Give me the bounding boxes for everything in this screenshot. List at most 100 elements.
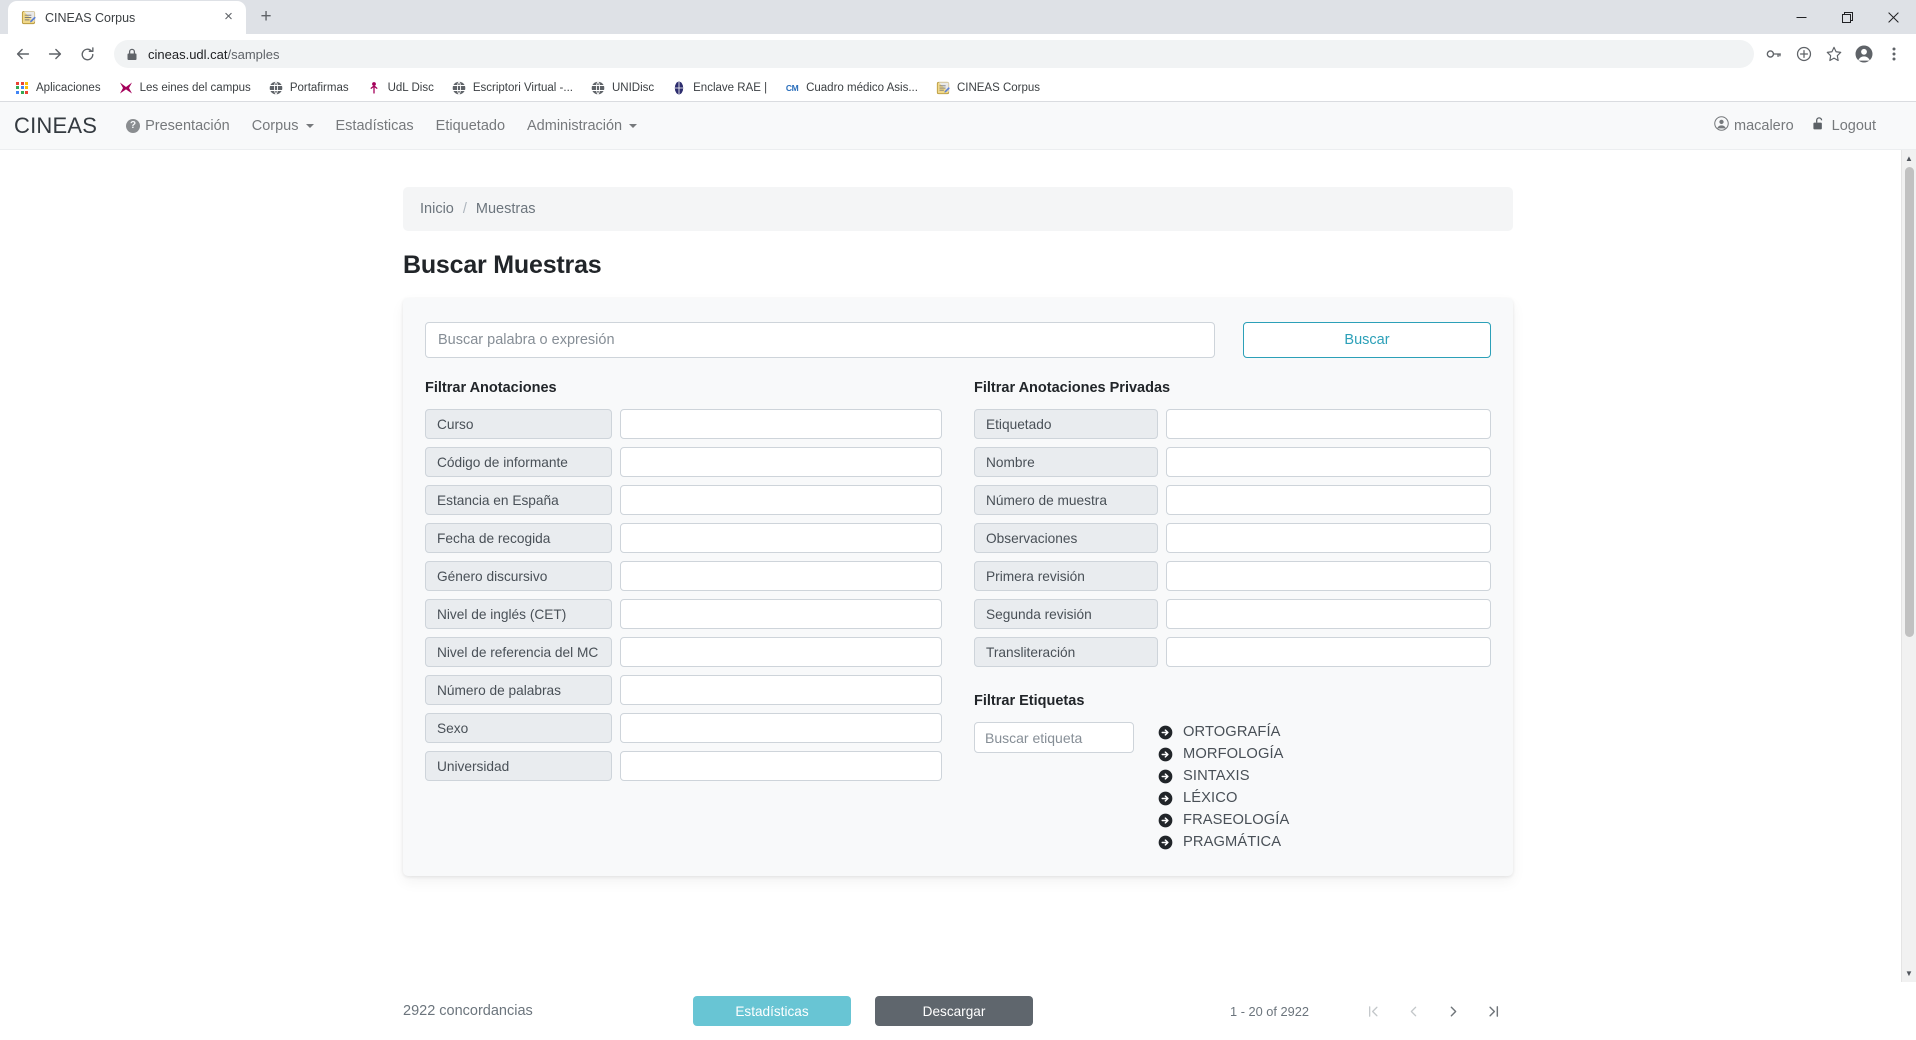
close-icon[interactable]: × bbox=[220, 9, 237, 26]
nav-item-label: Administración bbox=[527, 117, 623, 134]
filter-input-nivel-de-ingles-cet[interactable] bbox=[620, 599, 942, 629]
bookmark-label: Escriptori Virtual -... bbox=[472, 81, 573, 94]
bookmark-escriptori-virtual[interactable]: Escriptori Virtual -... bbox=[443, 77, 581, 99]
page-range: 1 - 20 of 2922 bbox=[1230, 1003, 1309, 1019]
filter-input-primera-revision[interactable] bbox=[1166, 561, 1491, 591]
filter-label-sexo: Sexo bbox=[425, 713, 612, 743]
user-menu[interactable]: macalero bbox=[1714, 110, 1794, 141]
filter-input-sexo[interactable] bbox=[620, 713, 942, 743]
star-icon[interactable] bbox=[1820, 40, 1848, 68]
minimize-icon[interactable] bbox=[1778, 0, 1824, 34]
tag-item-pragmatica[interactable]: PRAGMÁTICA bbox=[1158, 834, 1289, 850]
filter-input-nombre[interactable] bbox=[1166, 447, 1491, 477]
navbar-right: macalero Logout bbox=[1714, 110, 1902, 141]
arrow-right-circle-icon bbox=[1158, 835, 1173, 850]
brand-logo[interactable]: CINEAS bbox=[14, 113, 97, 139]
tag-item-sintaxis[interactable]: SINTAXIS bbox=[1158, 768, 1289, 784]
filter-row: Primera revisión bbox=[974, 561, 1491, 591]
logout-button[interactable]: Logout bbox=[1812, 110, 1876, 141]
bookmark-les-eines-del-campus[interactable]: Les eines del campus bbox=[110, 77, 259, 99]
filter-row: Transliteración bbox=[974, 637, 1491, 667]
filter-label-nivel-de-ingles-cet: Nivel de inglés (CET) bbox=[425, 599, 612, 629]
breadcrumb-home[interactable]: Inicio bbox=[420, 201, 454, 217]
filter-input-numero-de-muestra[interactable] bbox=[1166, 485, 1491, 515]
plus-circle-icon[interactable] bbox=[1790, 40, 1818, 68]
filter-input-universidad[interactable] bbox=[620, 751, 942, 781]
filter-input-numero-de-palabras[interactable] bbox=[620, 675, 942, 705]
nav-item-etiquetado[interactable]: Etiquetado bbox=[425, 112, 516, 140]
scrollbar-thumb[interactable] bbox=[1905, 167, 1914, 637]
last-page-icon[interactable] bbox=[1473, 991, 1513, 1031]
tags-row: ORTOGRAFÍA MORFOLOGÍA bbox=[974, 722, 1491, 850]
filter-row: Código de informante bbox=[425, 447, 942, 477]
filter-input-estancia-en-espana[interactable] bbox=[620, 485, 942, 515]
previous-page-icon[interactable] bbox=[1393, 991, 1433, 1031]
scroll-up-icon[interactable]: ▲ bbox=[1902, 150, 1916, 167]
tags-section: Filtrar Etiquetas ORTOGRAFÍA bbox=[974, 693, 1491, 850]
new-tab-button[interactable]: + bbox=[252, 3, 280, 31]
tag-item-fraseologia[interactable]: FRASEOLOGÍA bbox=[1158, 812, 1289, 828]
tab-strip: CINEAS Corpus × + bbox=[0, 0, 1916, 34]
nav-item-estadisticas[interactable]: Estadísticas bbox=[325, 112, 425, 140]
nav-item-label: Estadísticas bbox=[335, 117, 414, 134]
window-controls bbox=[1778, 0, 1916, 34]
globe-icon bbox=[451, 80, 467, 96]
filter-input-segunda-revision[interactable] bbox=[1166, 599, 1491, 629]
bookmark-unidisc[interactable]: UNIDisc bbox=[582, 77, 662, 99]
filter-input-codigo-de-informante[interactable] bbox=[620, 447, 942, 477]
tag-item-morfologia[interactable]: MORFOLOGÍA bbox=[1158, 746, 1289, 762]
key-icon[interactable] bbox=[1760, 40, 1788, 68]
filter-label-nombre: Nombre bbox=[974, 447, 1158, 477]
filter-input-etiquetado[interactable] bbox=[1166, 409, 1491, 439]
bookmark-udl-disc[interactable]: UdL Disc bbox=[358, 77, 442, 99]
nav-item-label: Etiquetado bbox=[435, 117, 506, 134]
bookmark-enclave-rae[interactable]: Enclave RAE | bbox=[663, 77, 775, 99]
filter-row: Género discursivo bbox=[425, 561, 942, 591]
page-scrollbar[interactable]: ▲ ▼ bbox=[1901, 150, 1916, 982]
filter-row: Estancia en España bbox=[425, 485, 942, 515]
nav-item-administracion[interactable]: Administración bbox=[516, 112, 648, 140]
browser-tab[interactable]: CINEAS Corpus × bbox=[8, 1, 246, 34]
search-input[interactable] bbox=[425, 322, 1215, 358]
filter-input-fecha-de-recogida[interactable] bbox=[620, 523, 942, 553]
scroll-down-icon[interactable]: ▼ bbox=[1902, 965, 1916, 982]
nav-item-corpus[interactable]: Corpus bbox=[241, 112, 325, 140]
filter-input-transliteracion[interactable] bbox=[1166, 637, 1491, 667]
breadcrumb-separator: / bbox=[462, 201, 467, 217]
back-arrow-icon[interactable] bbox=[8, 39, 38, 69]
address-bar[interactable]: cineas.udl.cat/samples bbox=[114, 40, 1754, 68]
bookmark-label: UNIDisc bbox=[611, 81, 655, 94]
filter-input-observaciones[interactable] bbox=[1166, 523, 1491, 553]
nav-item-presentacion[interactable]: ? Presentación bbox=[115, 112, 241, 140]
breadcrumb-current: Muestras bbox=[475, 201, 536, 217]
filter-label-etiquetado: Etiquetado bbox=[974, 409, 1158, 439]
forward-arrow-icon[interactable] bbox=[40, 39, 70, 69]
first-page-icon[interactable] bbox=[1353, 991, 1393, 1031]
maximize-icon[interactable] bbox=[1824, 0, 1870, 34]
bookmark-label: Portafirmas bbox=[289, 81, 349, 94]
bookmark-cineas-corpus[interactable]: CINEAS Corpus bbox=[927, 77, 1048, 99]
filter-input-curso[interactable] bbox=[620, 409, 942, 439]
kebab-menu-icon[interactable] bbox=[1880, 40, 1908, 68]
reload-icon[interactable] bbox=[72, 39, 102, 69]
filter-input-nivel-de-referencia-del-mc[interactable] bbox=[620, 637, 942, 667]
tag-item-lexico[interactable]: LÉXICO bbox=[1158, 790, 1289, 806]
tag-list: ORTOGRAFÍA MORFOLOGÍA SINTAXIS LÉXICO FR… bbox=[1158, 722, 1289, 850]
tag-search-input[interactable] bbox=[974, 722, 1134, 753]
filter-input-genero-discursivo[interactable] bbox=[620, 561, 942, 591]
tag-item-ortografia[interactable]: ORTOGRAFÍA bbox=[1158, 724, 1289, 740]
statistics-button[interactable]: Estadísticas bbox=[693, 996, 851, 1026]
search-button[interactable]: Buscar bbox=[1243, 322, 1491, 358]
close-icon[interactable] bbox=[1870, 0, 1916, 34]
globe-icon bbox=[268, 80, 284, 96]
bookmark-aplicaciones[interactable]: Aplicaciones bbox=[6, 77, 109, 99]
arrow-right-circle-icon bbox=[1158, 747, 1173, 762]
bookmark-portafirmas[interactable]: Portafirmas bbox=[260, 77, 357, 99]
filter-label-codigo-de-informante: Código de informante bbox=[425, 447, 612, 477]
concordance-count: 2922 concordancias bbox=[403, 1003, 533, 1019]
download-button[interactable]: Descargar bbox=[875, 996, 1033, 1026]
profile-icon[interactable] bbox=[1850, 40, 1878, 68]
next-page-icon[interactable] bbox=[1433, 991, 1473, 1031]
filter-row: Nivel de referencia del MC bbox=[425, 637, 942, 667]
bookmark-cuadro-medico[interactable]: CM Cuadro médico Asis... bbox=[776, 77, 926, 99]
